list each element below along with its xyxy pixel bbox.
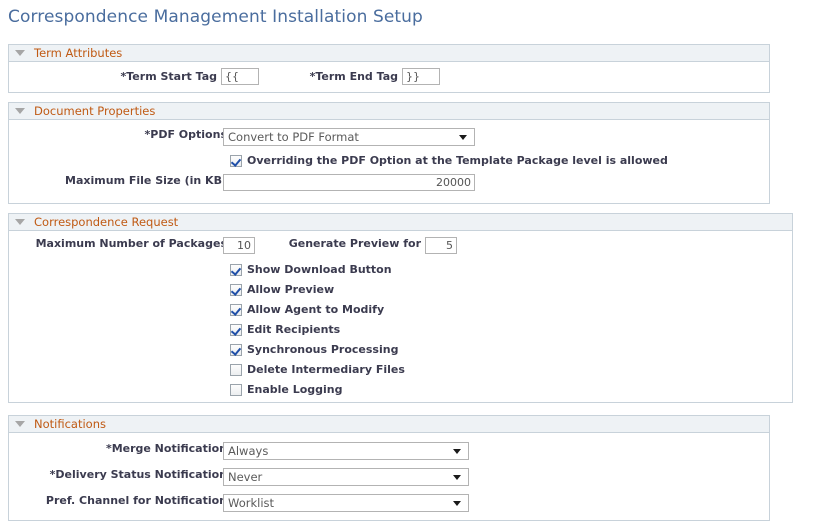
page-title: Correspondence Management Installation S… [8,7,423,27]
checkbox-allow-agent-to-modify-label: Allow Agent to Modify [247,303,385,316]
checkbox-enable-logging-box[interactable] [230,383,242,396]
group-body-correspondence-request: Maximum Number of Packages Generate Prev… [8,231,793,403]
pdf-options-value: Convert to PDF Format [228,130,359,144]
group-title-correspondence-request: Correspondence Request [34,215,179,229]
label-term-end-tag: *Term End Tag [309,70,398,83]
checkbox-edit-recipients-label: Edit Recipients [247,323,341,336]
group-document-properties: Document Properties *PDF Options Convert… [8,102,770,204]
term-start-tag-input[interactable] [221,68,259,85]
group-body-notifications: *Merge Notification Always *Delivery Sta… [8,433,770,521]
group-header-notifications[interactable]: Notifications [8,415,770,433]
field-pref-channel: Pref. Channel for Notification [9,494,231,507]
chevron-down-icon[interactable] [453,500,461,506]
collapse-triangle-icon[interactable] [15,219,25,225]
field-pdf-options: *PDF Options [9,128,231,141]
field-max-packages: Maximum Number of Packages [9,237,231,250]
checkbox-allow-preview-box[interactable] [230,283,242,296]
group-header-correspondence-request[interactable]: Correspondence Request [8,213,793,231]
chevron-down-icon[interactable] [453,474,461,480]
checkbox-delete-intermediary-files-label: Delete Intermediary Files [247,363,405,376]
max-packages-input[interactable] [223,237,255,254]
checkbox-show-download-button[interactable]: Show Download Button [230,263,392,276]
delivery-status-notification-select[interactable]: Never [223,468,469,486]
group-title-document-properties: Document Properties [34,104,156,118]
merge-notification-value: Always [228,444,269,458]
checkbox-allow-preview-label: Allow Preview [247,283,335,296]
checkbox-override-pdf-box[interactable] [230,154,242,167]
pdf-options-select[interactable]: Convert to PDF Format [223,128,475,146]
group-body-term-attributes: *Term Start Tag *Term End Tag [8,62,770,93]
checkbox-enable-logging[interactable]: Enable Logging [230,383,343,396]
checkbox-allow-agent-to-modify-box[interactable] [230,303,242,316]
collapse-triangle-icon[interactable] [15,108,25,114]
generate-preview-input[interactable] [425,237,457,254]
field-delivery-status-notification: *Delivery Status Notification [9,468,231,481]
chevron-down-icon[interactable] [459,134,467,140]
checkbox-delete-intermediary-files[interactable]: Delete Intermediary Files [230,363,405,376]
label-merge-notification: *Merge Notification [105,442,227,455]
checkbox-edit-recipients[interactable]: Edit Recipients [230,323,340,336]
collapse-triangle-icon[interactable] [15,50,25,56]
pref-channel-value: Worklist [228,496,275,510]
checkbox-override-pdf[interactable]: Overriding the PDF Option at the Templat… [230,154,668,167]
chevron-down-icon[interactable] [453,448,461,454]
group-header-document-properties[interactable]: Document Properties [8,102,770,120]
checkbox-allow-preview[interactable]: Allow Preview [230,283,334,296]
label-term-start-tag: *Term Start Tag [120,70,217,83]
max-file-size-input[interactable] [223,174,475,191]
field-merge-notification: *Merge Notification [9,442,231,455]
checkbox-override-pdf-label: Overriding the PDF Option at the Templat… [247,154,668,167]
group-term-attributes: Term Attributes *Term Start Tag *Term En… [8,44,770,93]
checkbox-delete-intermediary-files-box[interactable] [230,363,242,376]
checkbox-enable-logging-label: Enable Logging [247,383,343,396]
label-max-packages: Maximum Number of Packages [35,237,227,250]
checkbox-show-download-button-box[interactable] [230,263,242,276]
group-correspondence-request: Correspondence Request Maximum Number of… [8,213,793,403]
checkbox-synchronous-processing[interactable]: Synchronous Processing [230,343,398,356]
checkbox-synchronous-processing-label: Synchronous Processing [247,343,399,356]
label-delivery-status-notification: *Delivery Status Notification [49,468,227,481]
label-pdf-options: *PDF Options [144,128,227,141]
group-notifications: Notifications *Merge Notification Always… [8,415,770,521]
merge-notification-select[interactable]: Always [223,442,469,460]
group-body-document-properties: *PDF Options Convert to PDF Format Overr… [8,120,770,204]
label-max-file-size: Maximum File Size (in KB) [65,174,227,187]
group-header-term-attributes[interactable]: Term Attributes [8,44,770,62]
field-generate-preview: Generate Preview for [263,237,425,250]
label-generate-preview: Generate Preview for [288,237,421,250]
field-max-file-size: Maximum File Size (in KB) [9,174,231,187]
field-term-end-tag: *Term End Tag [265,68,440,85]
collapse-triangle-icon[interactable] [15,421,25,427]
field-term-start-tag: *Term Start Tag [9,68,259,85]
delivery-status-notification-value: Never [228,470,263,484]
group-title-term-attributes: Term Attributes [34,46,123,60]
checkbox-edit-recipients-box[interactable] [230,323,242,336]
group-title-notifications: Notifications [34,417,106,431]
label-pref-channel: Pref. Channel for Notification [45,494,227,507]
pref-channel-select[interactable]: Worklist [223,494,469,512]
checkbox-synchronous-processing-box[interactable] [230,343,242,356]
checkbox-allow-agent-to-modify[interactable]: Allow Agent to Modify [230,303,384,316]
term-end-tag-input[interactable] [402,68,440,85]
checkbox-show-download-button-label: Show Download Button [247,263,392,276]
